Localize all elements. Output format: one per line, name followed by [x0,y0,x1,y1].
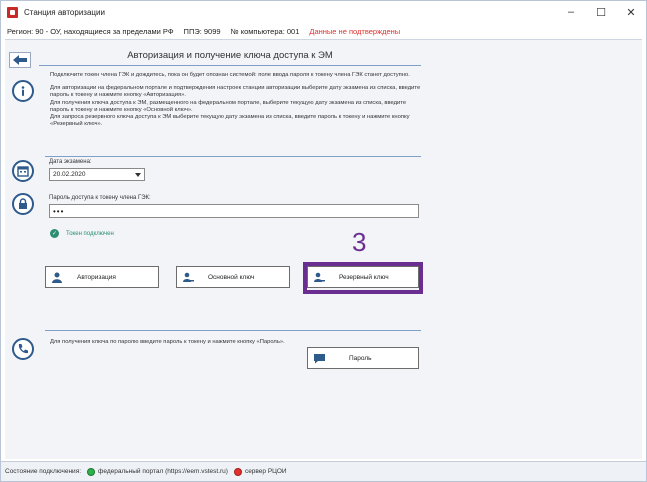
check-icon: ✓ [50,229,59,238]
instructions-paragraph-1: Подключите токен члена ГЭК и дождитесь, … [50,72,410,78]
token-status-text: Токен подключен [66,230,114,237]
back-button[interactable] [9,52,31,68]
rcoi-status-icon [233,467,242,476]
phone-icon [12,338,34,360]
close-button[interactable]: ✕ [616,1,646,23]
chevron-down-icon [135,173,141,177]
exam-date-label: Дата экзамена: [49,159,92,165]
main-key-button[interactable]: Основной ключ [176,266,290,288]
main-panel: Авторизация и получение ключа доступа к … [5,39,642,459]
section-divider [45,156,421,157]
lock-icon [12,193,34,215]
instructions-paragraph-2: Для авторизации на федеральном портале и… [50,85,421,128]
minimize-button[interactable]: – [556,1,586,23]
portal-status-icon [87,467,96,476]
password-key-hint: Для получения ключа по паролю введите па… [50,339,285,345]
data-not-confirmed-warning: Данные не подтверждены [309,26,401,36]
window-controls: – ☐ ✕ [556,1,646,23]
info-icon [12,80,34,102]
user-icon [51,271,63,283]
app-logo-icon [7,6,18,18]
auth-button-label: Авторизация [77,273,116,281]
exam-date-value: 20.02.2020 [53,171,86,178]
auth-button[interactable]: Авторизация [45,266,159,288]
arrow-left-icon [13,55,27,65]
info-bar: Регион: 90 - ОУ, находящиеся за пределам… [1,25,646,37]
federal-portal-status: федеральный портал (https://eem.vstest.r… [98,468,228,475]
instructions-block: Подключите токен члена ГЭК и дождитесь, … [50,72,425,134]
token-status: ✓ Токен подключен [50,229,114,238]
exam-date-select[interactable]: 20.02.2020 [49,168,145,181]
key-user-icon [182,271,194,283]
token-password-input[interactable]: ••• [49,204,419,218]
window-title: Станция авторизации [24,7,105,17]
maximize-button[interactable]: ☐ [586,1,616,23]
rcoi-server-status: сервер РЦОИ [244,468,287,475]
password-button[interactable]: Пароль [307,347,419,369]
password-label: Пароль доступа к токену члена ГЭК: [49,195,151,201]
calendar-icon [12,160,34,182]
region-text: Регион: 90 - ОУ, находящиеся за пределам… [7,26,174,36]
status-bar: Состояние подключения: федеральный порта… [1,461,646,481]
password-value: ••• [53,206,65,216]
connection-status-label: Состояние подключения: [5,468,82,475]
step-number-annotation: 3 [352,227,367,257]
app-window: Станция авторизации – ☐ ✕ Регион: 90 - О… [0,0,647,482]
title-bar: Станция авторизации – ☐ ✕ [1,1,646,23]
computer-number-text: № компьютера: 001 [230,26,300,36]
main-key-button-label: Основной ключ [208,273,255,281]
ppe-text: ППЭ: 9099 [183,26,221,36]
section-divider [45,330,421,331]
page-title: Авторизация и получение ключа доступа к … [127,50,333,61]
header-divider [39,65,421,66]
message-icon [313,352,325,364]
highlight-annotation [303,262,423,294]
password-button-label: Пароль [349,354,372,362]
